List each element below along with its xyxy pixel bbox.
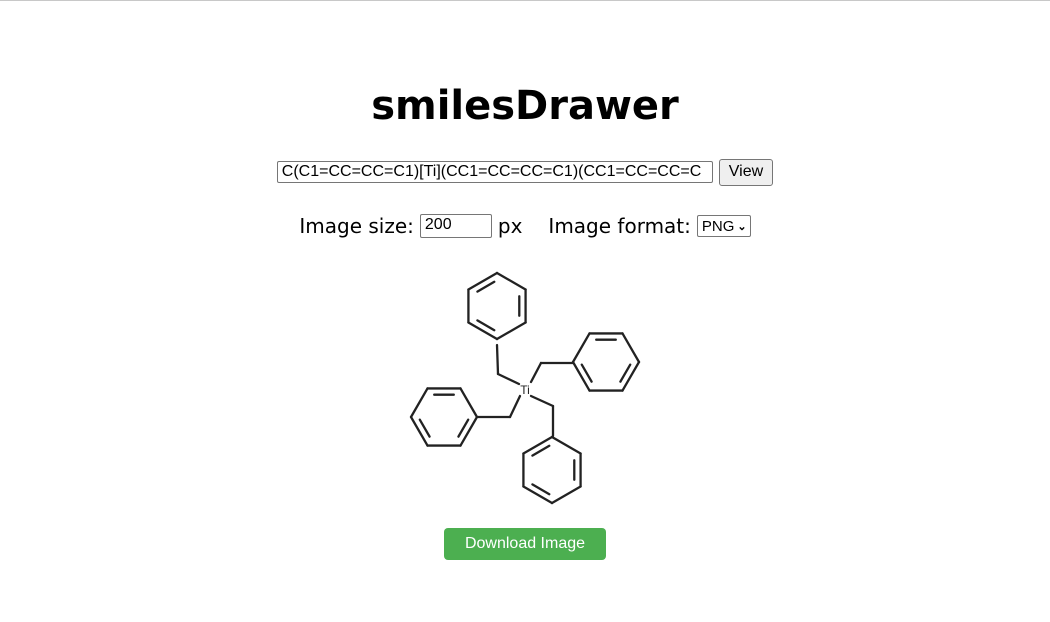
ti-ch2-bond [529, 361, 543, 384]
smiles-row: C(C1=CC=CC=C1)[Ti](CC1=CC=CC=C1)(CC1=CC=… [0, 158, 1050, 186]
benzene-ring-left-bond [459, 415, 479, 447]
image-format-label: Image format: [548, 214, 691, 238]
download-image-button[interactable]: Download Image [444, 528, 606, 560]
benzene-ring-left-bond [409, 415, 429, 447]
smiles-input[interactable]: C(C1=CC=CC=C1)[Ti](CC1=CC=CC=C1)(CC1=CC=… [276, 161, 713, 183]
page-title: smilesDrawer [371, 83, 679, 129]
image-format-select[interactable]: PNG ⌄ [696, 215, 751, 237]
top-border [0, 0, 1050, 1]
benzene-ring-top-bond [495, 271, 527, 291]
benzene-ring-right-bond [571, 332, 591, 364]
benzene-ring-top-bond [467, 271, 499, 291]
ch2-ring-bond [495, 343, 500, 376]
view-button[interactable]: View [718, 158, 774, 186]
page: smilesDrawer C(C1=CC=CC=C1)[Ti](CC1=CC=C… [0, 0, 1050, 622]
options-row: Image size: 200 px Image format: PNG ⌄ [0, 212, 1050, 240]
benzene-ring-bottom-bond [550, 435, 582, 455]
molecule-image: Ti [409, 271, 641, 505]
benzene-ring-left-bond [409, 387, 429, 419]
image-size-label: Image size: [299, 214, 414, 238]
image-format-value: PNG [701, 217, 735, 235]
ti-ch2-bond [508, 394, 522, 419]
benzene-ring-left-bond [459, 387, 479, 419]
benzene-ring-top-bond [467, 321, 499, 341]
image-size-input[interactable]: 200 [419, 214, 492, 238]
ti-ch2-bond [529, 394, 555, 408]
benzene-ring-right-bond [571, 360, 591, 392]
benzene-ring-top-bond [495, 321, 527, 341]
benzene-ring-bottom-bond [522, 435, 554, 455]
ti-ch2-bond [496, 372, 521, 386]
chevron-down-icon: ⌄ [737, 220, 747, 233]
benzene-ring-bottom-bond [550, 485, 582, 505]
image-size-unit: px [497, 214, 523, 238]
benzene-ring-bottom-bond [522, 485, 554, 505]
benzene-ring-right-bond [621, 332, 641, 364]
ti-atom-label: Ti [520, 383, 530, 397]
benzene-ring-right-bond [621, 360, 641, 392]
